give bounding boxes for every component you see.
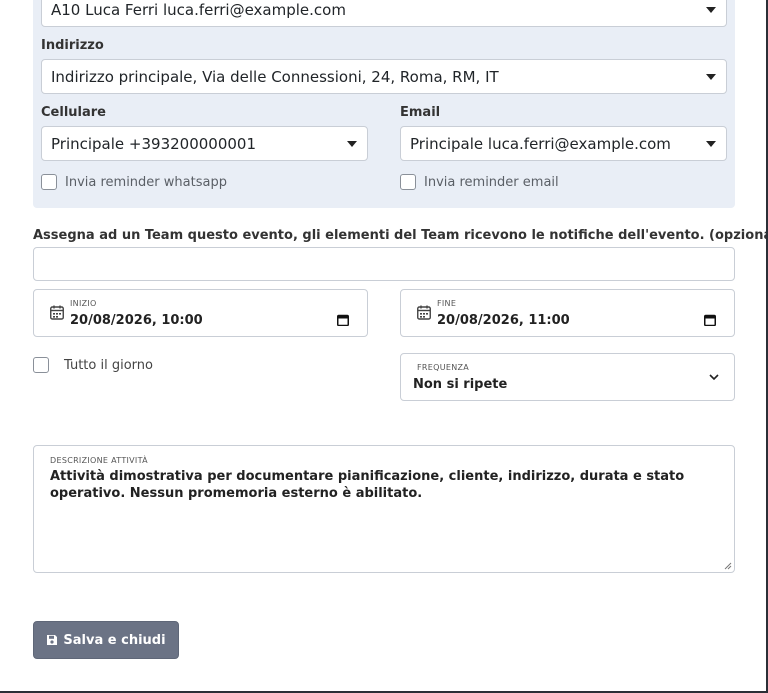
email-select-value: Principale luca.ferri@example.com [410,134,671,153]
frequency-value: Non si ripete [413,377,508,392]
description-value: Attività dimostrativa per documentare pi… [50,469,685,501]
all-day-label: Tutto il giorno [64,357,153,373]
start-date-value: 20/08/2026, 10:00 [70,313,203,328]
calendar-picker-icon[interactable] [704,314,716,326]
resize-handle-icon[interactable] [724,562,732,570]
client-select-value: A10 Luca Ferri luca.ferri@example.com [51,0,346,19]
email-reminder-row: Invia reminder email [400,174,559,190]
save-and-close-button[interactable]: Salva e chiudi [33,621,179,659]
description-label: DESCRIZIONE ATTIVITÀ [50,456,148,465]
start-date-input[interactable]: INIZIO 20/08/2026, 10:00 [33,289,368,337]
floppy-disk-icon [47,635,58,645]
frequency-label: FREQUENZA [417,363,470,372]
phone-select[interactable]: Principale +393200000001 [41,126,368,161]
chevron-down-icon [709,374,719,381]
whatsapp-reminder-row: Invia reminder whatsapp [41,174,227,190]
description-textarea[interactable]: DESCRIZIONE ATTIVITÀ Attività dimostrati… [33,445,735,573]
address-select-value: Indirizzo principale, Via delle Connessi… [51,67,499,86]
team-input[interactable] [33,247,735,281]
chevron-down-icon [706,140,716,147]
calendar-icon [50,305,64,320]
chevron-down-icon [706,73,716,80]
calendar-picker-icon[interactable] [337,314,349,326]
whatsapp-reminder-label: Invia reminder whatsapp [65,174,227,190]
team-label: Assegna ad un Team questo evento, gli el… [33,228,768,243]
start-date-label: INIZIO [70,299,97,308]
end-date-label: FINE [437,299,457,308]
address-select[interactable]: Indirizzo principale, Via delle Connessi… [41,59,727,94]
email-select[interactable]: Principale luca.ferri@example.com [400,126,727,161]
frequency-select[interactable]: FREQUENZA Non si ripete [400,353,735,401]
email-reminder-checkbox[interactable] [400,174,416,190]
end-date-value: 20/08/2026, 11:00 [437,313,570,328]
phone-select-value: Principale +393200000001 [51,134,257,153]
all-day-checkbox[interactable] [33,357,49,373]
end-date-input[interactable]: FINE 20/08/2026, 11:00 [400,289,735,337]
phone-label: Cellulare [41,105,106,120]
email-reminder-label: Invia reminder email [424,174,559,190]
email-label: Email [400,105,441,120]
chevron-down-icon [706,6,716,13]
whatsapp-reminder-checkbox[interactable] [41,174,57,190]
all-day-row: Tutto il giorno [33,357,153,373]
save-and-close-label: Salva e chiudi [63,632,166,648]
client-select[interactable]: A10 Luca Ferri luca.ferri@example.com [41,0,727,27]
chevron-down-icon [347,140,357,147]
address-label: Indirizzo [41,38,104,53]
calendar-icon [417,305,431,320]
